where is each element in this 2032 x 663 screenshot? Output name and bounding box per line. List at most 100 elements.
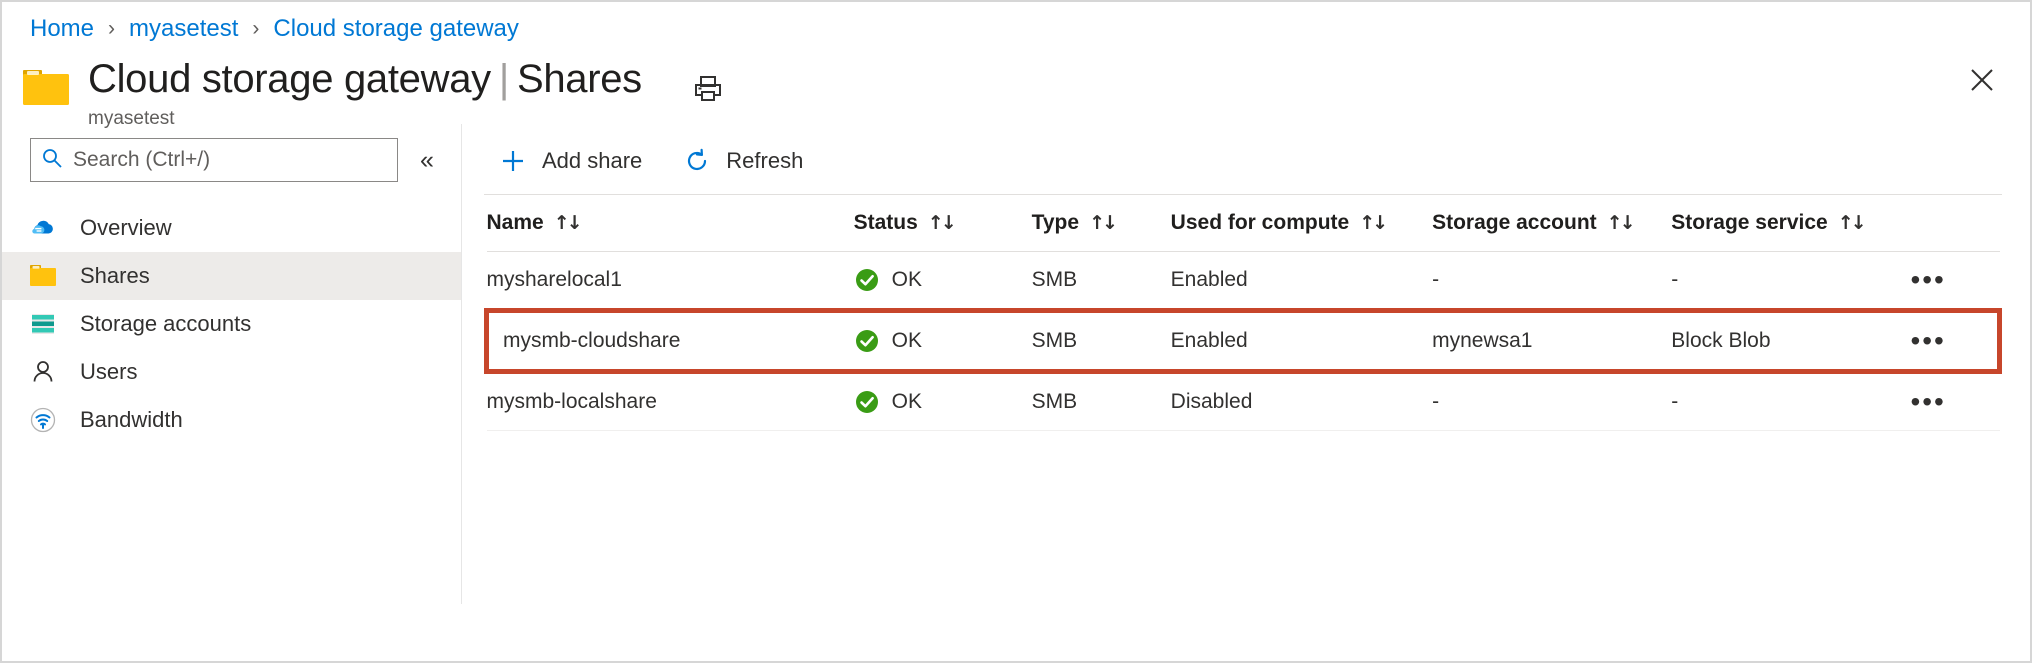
search-icon — [41, 147, 63, 174]
cell-storage-account: - — [1432, 371, 1672, 431]
page-title-group: Cloud storage gateway | Shares myasetest — [88, 54, 642, 130]
add-share-button[interactable]: Add share — [484, 140, 656, 182]
column-header-type[interactable]: Type ↑↓ — [1031, 195, 1171, 252]
column-header-name[interactable]: Name ↑↓ — [486, 195, 854, 252]
cell-name[interactable]: mysmb-cloudshare — [483, 308, 854, 374]
print-icon — [693, 73, 723, 108]
column-header-actions — [1910, 195, 2000, 252]
table-row[interactable]: mysharelocal1 OK SMB Enabled - - ••• — [486, 251, 2000, 311]
column-header-label: Type — [1031, 211, 1080, 234]
breadcrumb-item-myasetest[interactable]: myasetest — [129, 15, 238, 43]
sidebar-item-bandwidth[interactable]: Bandwidth — [2, 396, 461, 444]
sort-icon[interactable]: ↑↓ — [1838, 212, 1867, 234]
search-box[interactable] — [30, 138, 398, 182]
shares-table: Name ↑↓ Status ↑↓ Type ↑↓ Used for compu… — [483, 195, 2003, 431]
cell-actions[interactable]: ••• — [1910, 251, 2000, 311]
print-button[interactable] — [688, 70, 728, 110]
table-row[interactable]: mysmb-cloudshare OK SMB Enabled mynewsa1… — [483, 308, 2003, 374]
cell-type: SMB — [1031, 371, 1171, 431]
sidebar-item-label: Users — [80, 359, 138, 384]
cell-status: OK — [853, 371, 1032, 431]
row-context-menu-icon[interactable]: ••• — [1910, 387, 1999, 415]
check-circle-icon — [854, 267, 880, 293]
row-context-menu-icon[interactable]: ••• — [1910, 326, 1997, 354]
sidebar-item-users[interactable]: Users — [2, 348, 461, 396]
column-header-label: Name — [486, 211, 544, 234]
breadcrumb: Home › myasetest › Cloud storage gateway — [2, 2, 2030, 44]
status-label: OK — [891, 390, 922, 413]
sidebar-item-overview[interactable]: Overview — [2, 204, 461, 252]
sidebar: « Overview — [2, 124, 462, 604]
sidebar-item-label: Overview — [80, 215, 172, 240]
table-row[interactable]: mysmb-localshare OK SMB Disabled - - ••• — [486, 371, 2000, 431]
cell-used-for-compute: Enabled — [1170, 251, 1433, 311]
close-icon — [1969, 67, 1995, 98]
page-title-resource: Cloud storage gateway — [88, 57, 491, 101]
collapse-sidebar-button[interactable]: « — [420, 147, 434, 173]
sort-icon[interactable]: ↑↓ — [1359, 212, 1388, 234]
column-header-storage-account[interactable]: Storage account ↑↓ — [1432, 195, 1672, 252]
row-context-menu-icon[interactable]: ••• — [1910, 265, 1999, 293]
sort-icon[interactable]: ↑↓ — [1607, 212, 1636, 234]
sidebar-item-shares[interactable]: Shares — [2, 252, 461, 300]
search-input[interactable] — [71, 147, 387, 173]
breadcrumb-separator-icon: › — [252, 17, 260, 40]
status-label: OK — [891, 329, 922, 352]
column-header-label: Used for compute — [1170, 211, 1350, 234]
storage-account-icon — [28, 309, 58, 339]
page-title: Cloud storage gateway | Shares — [88, 56, 642, 102]
user-icon — [28, 357, 58, 387]
cloud-icon — [28, 213, 58, 243]
cell-used-for-compute: Disabled — [1170, 371, 1433, 431]
breadcrumb-item-home[interactable]: Home — [30, 15, 94, 43]
sidebar-search-row: « — [2, 138, 461, 182]
cell-storage-service: - — [1671, 251, 1911, 311]
refresh-button[interactable]: Refresh — [668, 140, 817, 182]
page-title-separator: | — [498, 57, 509, 101]
sidebar-item-label: Bandwidth — [80, 407, 183, 432]
column-header-status[interactable]: Status ↑↓ — [853, 195, 1032, 252]
azure-portal-blade: Home › myasetest › Cloud storage gateway… — [0, 0, 2032, 663]
sidebar-item-storage-accounts[interactable]: Storage accounts — [2, 300, 461, 348]
cell-status: OK — [853, 308, 1032, 374]
check-circle-icon — [854, 389, 880, 415]
refresh-label: Refresh — [726, 148, 804, 173]
column-header-storage-service[interactable]: Storage service ↑↓ — [1671, 195, 1911, 252]
plus-icon — [498, 146, 528, 176]
sort-icon[interactable]: ↑↓ — [1089, 212, 1118, 234]
cell-storage-service: - — [1671, 371, 1911, 431]
column-header-used-for-compute[interactable]: Used for compute ↑↓ — [1170, 195, 1433, 252]
add-share-label: Add share — [542, 148, 643, 173]
bandwidth-icon — [28, 405, 58, 435]
cell-storage-account: - — [1432, 251, 1672, 311]
cell-storage-account: mynewsa1 — [1432, 308, 1672, 374]
refresh-icon — [682, 146, 712, 176]
close-button[interactable] — [1960, 60, 2004, 104]
folder-icon — [28, 261, 58, 291]
status-label: OK — [891, 268, 922, 291]
breadcrumb-item-cloud-storage-gateway[interactable]: Cloud storage gateway — [273, 15, 518, 43]
cell-storage-service: Block Blob — [1671, 308, 1911, 374]
cell-actions[interactable]: ••• — [1910, 308, 2003, 374]
sidebar-nav-list: Overview Shares Storage accounts Users B… — [2, 204, 461, 444]
blade-body: « Overview — [2, 124, 2030, 604]
check-circle-icon — [854, 328, 880, 354]
cell-status: OK — [853, 251, 1032, 311]
table-header-row: Name ↑↓ Status ↑↓ Type ↑↓ Used for compu… — [486, 195, 2000, 252]
cell-type: SMB — [1031, 308, 1171, 374]
table-body: mysharelocal1 OK SMB Enabled - - ••• mys… — [483, 251, 2003, 431]
column-header-label: Storage account — [1432, 211, 1597, 234]
sort-icon[interactable]: ↑↓ — [554, 212, 583, 234]
cell-type: SMB — [1031, 251, 1171, 311]
cell-name[interactable]: mysmb-localshare — [486, 371, 854, 431]
cell-actions[interactable]: ••• — [1910, 371, 2000, 431]
folder-icon — [22, 68, 70, 106]
sidebar-item-label: Storage accounts — [80, 311, 252, 336]
breadcrumb-separator-icon: › — [108, 17, 116, 40]
content-pane: Add share Refresh Name ↑↓ Status ↑↓ Type… — [462, 124, 2030, 604]
cell-used-for-compute: Enabled — [1170, 308, 1433, 374]
table-header: Name ↑↓ Status ↑↓ Type ↑↓ Used for compu… — [486, 195, 2000, 252]
sort-icon[interactable]: ↑↓ — [928, 212, 957, 234]
cell-name[interactable]: mysharelocal1 — [486, 251, 854, 311]
column-header-label: Status — [853, 211, 918, 234]
